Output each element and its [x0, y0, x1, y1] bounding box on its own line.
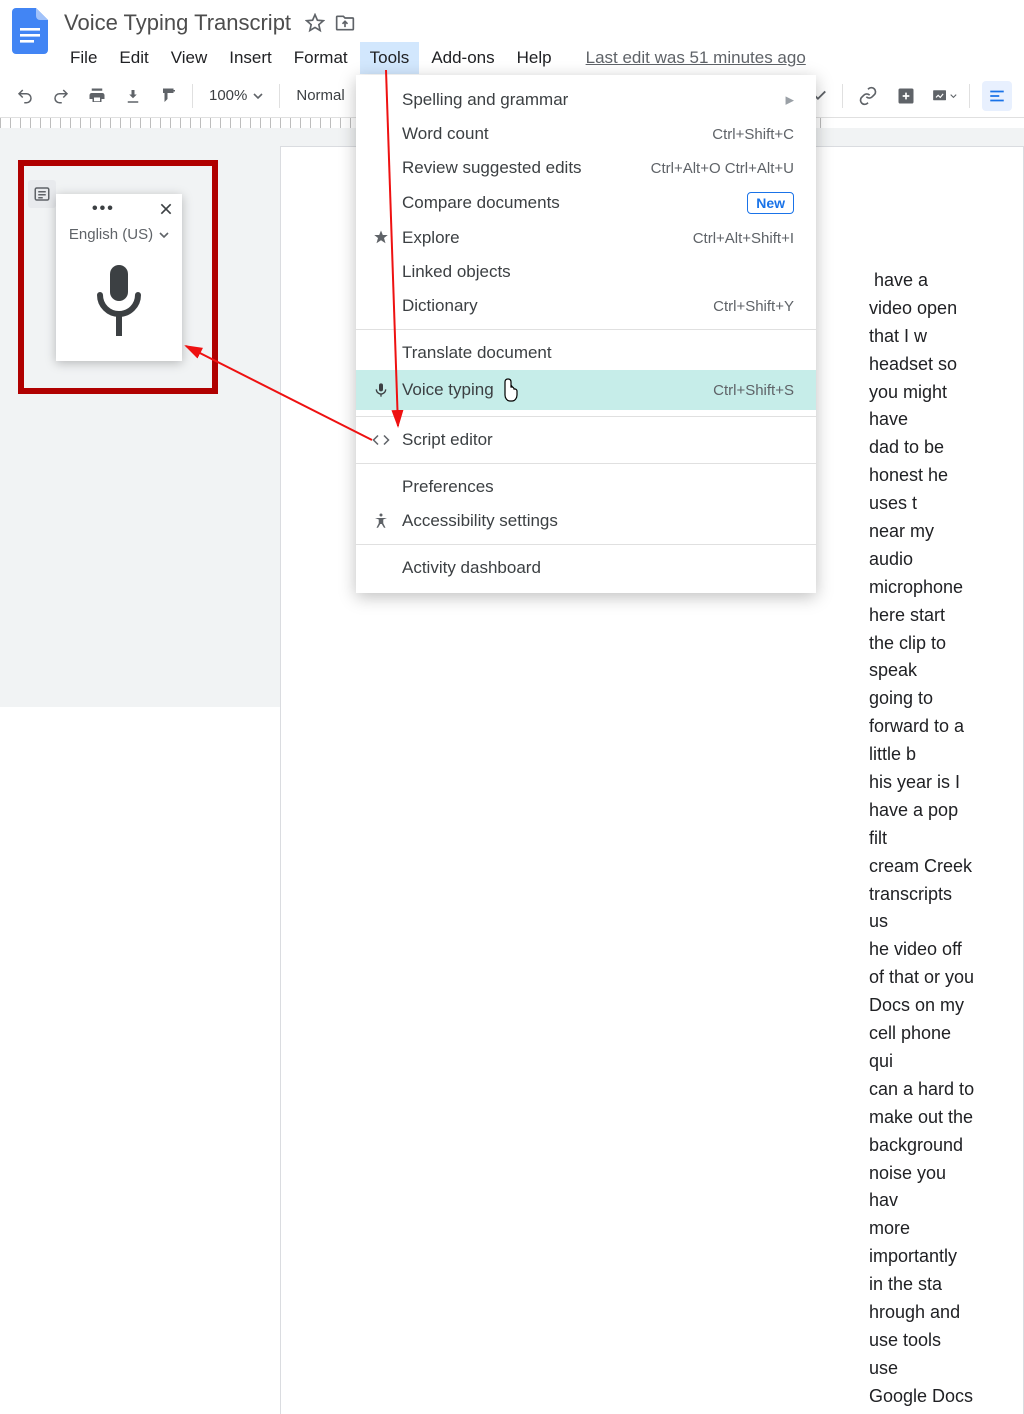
- document-title[interactable]: Voice Typing Transcript: [60, 8, 295, 38]
- menu-item-label: Script editor: [402, 430, 493, 450]
- document-text[interactable]: have a video open that I w headset so yo…: [869, 267, 975, 1414]
- menu-item-explore[interactable]: Explore Ctrl+Alt+Shift+I: [356, 221, 816, 255]
- menu-item-voice-typing[interactable]: Voice typing Ctrl+Shift+S: [356, 370, 816, 410]
- shortcut-label: Ctrl+Shift+Y: [713, 298, 794, 315]
- separator: [192, 84, 193, 108]
- separator: [969, 84, 970, 108]
- menu-item-label: Spelling and grammar: [402, 90, 568, 110]
- menu-format[interactable]: Format: [284, 42, 358, 74]
- menu-edit[interactable]: Edit: [109, 42, 158, 74]
- menu-item-translate[interactable]: Translate document: [356, 336, 816, 370]
- align-left-icon[interactable]: [982, 81, 1012, 111]
- menu-item-label: Activity dashboard: [402, 558, 541, 578]
- docs-app-icon[interactable]: [12, 8, 48, 54]
- paint-format-icon[interactable]: [156, 83, 182, 109]
- menu-item-label: Voice typing: [402, 380, 494, 400]
- menu-item-dictionary[interactable]: Dictionary Ctrl+Shift+Y: [356, 289, 816, 323]
- menu-item-label: Accessibility settings: [402, 511, 558, 531]
- menu-item-spelling[interactable]: Spelling and grammar ▸: [356, 83, 816, 117]
- move-icon[interactable]: [335, 13, 355, 33]
- last-edit-link[interactable]: Last edit was 51 minutes ago: [576, 42, 816, 74]
- close-icon[interactable]: [158, 201, 174, 217]
- menu-view[interactable]: View: [161, 42, 218, 74]
- menu-separator: [356, 416, 816, 417]
- menu-item-label: Review suggested edits: [402, 158, 582, 178]
- menu-item-label: Explore: [402, 228, 460, 248]
- menu-item-label: Preferences: [402, 477, 494, 497]
- menu-item-label: Translate document: [402, 343, 552, 363]
- accessibility-icon: [370, 510, 392, 532]
- zoom-value: 100%: [209, 87, 247, 104]
- menu-item-activity[interactable]: Activity dashboard: [356, 551, 816, 585]
- paragraph-style-select[interactable]: Normal: [290, 87, 350, 104]
- menu-separator: [356, 329, 816, 330]
- more-options-icon[interactable]: •••: [92, 200, 115, 218]
- star-icon[interactable]: [305, 13, 325, 33]
- menu-item-preferences[interactable]: Preferences: [356, 470, 816, 504]
- insert-image-icon[interactable]: [931, 83, 957, 109]
- separator: [842, 84, 843, 108]
- tools-dropdown: Spelling and grammar ▸ Word count Ctrl+S…: [356, 75, 816, 593]
- chevron-down-icon: [253, 91, 263, 101]
- new-badge: New: [747, 192, 794, 214]
- code-icon: [370, 429, 392, 451]
- menu-addons[interactable]: Add-ons: [421, 42, 504, 74]
- menu-item-linked[interactable]: Linked objects: [356, 255, 816, 289]
- shortcut-label: Ctrl+Shift+S: [713, 382, 794, 399]
- chevron-down-icon: [159, 230, 169, 240]
- shortcut-label: Ctrl+Alt+Shift+I: [693, 230, 794, 247]
- menu-item-label: Linked objects: [402, 262, 511, 282]
- separator: [279, 84, 280, 108]
- insert-link-icon[interactable]: [855, 83, 881, 109]
- menu-insert[interactable]: Insert: [219, 42, 282, 74]
- explore-icon: [370, 227, 392, 249]
- shortcut-label: Ctrl+Shift+C: [712, 126, 794, 143]
- submenu-arrow-icon: ▸: [785, 90, 794, 110]
- menu-separator: [356, 544, 816, 545]
- menu-item-wordcount[interactable]: Word count Ctrl+Shift+C: [356, 117, 816, 151]
- menu-item-label: Word count: [402, 124, 489, 144]
- title-area: Voice Typing Transcript File Edit View I…: [60, 8, 816, 74]
- zoom-select[interactable]: 100%: [203, 87, 269, 104]
- menu-tools[interactable]: Tools: [360, 42, 420, 74]
- pointer-cursor-icon: [500, 377, 522, 403]
- menu-separator: [356, 463, 816, 464]
- print-icon[interactable]: [84, 83, 110, 109]
- menubar: File Edit View Insert Format Tools Add-o…: [60, 42, 816, 74]
- voice-language-select[interactable]: English (US): [56, 224, 182, 251]
- menu-item-script-editor[interactable]: Script editor: [356, 423, 816, 457]
- style-value: Normal: [296, 87, 344, 104]
- menu-item-accessibility[interactable]: Accessibility settings: [356, 504, 816, 538]
- voice-typing-panel[interactable]: ••• English (US): [56, 194, 182, 361]
- shortcut-label: Ctrl+Alt+O Ctrl+Alt+U: [651, 160, 794, 177]
- add-comment-icon[interactable]: [893, 83, 919, 109]
- menu-item-compare[interactable]: Compare documents New: [356, 185, 816, 221]
- menu-item-review[interactable]: Review suggested edits Ctrl+Alt+O Ctrl+A…: [356, 151, 816, 185]
- menu-help[interactable]: Help: [507, 42, 562, 74]
- microphone-button[interactable]: [56, 251, 182, 361]
- spellcheck-icon[interactable]: [120, 83, 146, 109]
- undo-icon[interactable]: [12, 83, 38, 109]
- menu-item-label: Compare documents: [402, 193, 560, 213]
- menu-file[interactable]: File: [60, 42, 107, 74]
- redo-icon[interactable]: [48, 83, 74, 109]
- mic-icon: [370, 379, 392, 401]
- menu-item-label: Dictionary: [402, 296, 478, 316]
- app-header: Voice Typing Transcript File Edit View I…: [0, 0, 1024, 74]
- voice-language-label: English (US): [69, 226, 153, 243]
